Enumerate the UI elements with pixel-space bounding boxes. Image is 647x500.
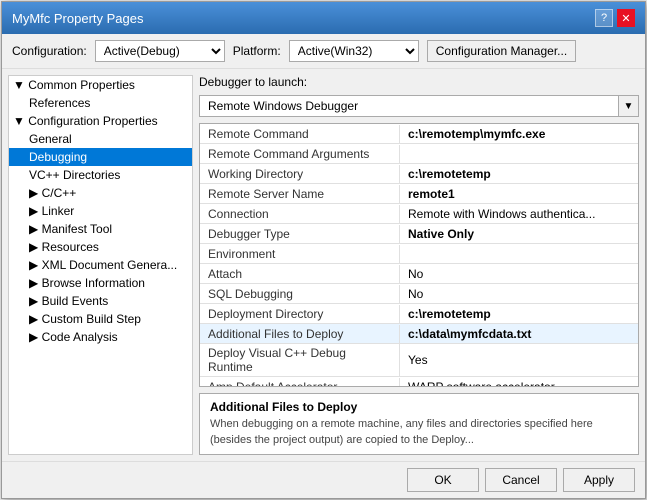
tree-resources[interactable]: ▶ Resources: [9, 238, 192, 256]
bottom-bar: OK Cancel Apply: [2, 461, 645, 498]
table-row[interactable]: Debugger Type Native Only: [200, 224, 638, 244]
prop-value-5: Native Only: [400, 225, 638, 243]
prop-value-6: [400, 252, 638, 256]
title-buttons: ? ✕: [595, 9, 635, 27]
tree-general[interactable]: General: [9, 130, 192, 148]
table-row[interactable]: Remote Command Arguments: [200, 144, 638, 164]
prop-value-0: c:\remotemp\mymfc.exe: [400, 125, 638, 143]
table-row[interactable]: Environment: [200, 244, 638, 264]
prop-value-11: Yes: [400, 351, 638, 369]
prop-name-6: Environment: [200, 245, 400, 263]
apply-button[interactable]: Apply: [563, 468, 635, 492]
prop-value-10: c:\data\mymfcdata.txt: [400, 325, 638, 343]
tree-panel: ▼ Common Properties References ▼ Configu…: [8, 75, 193, 455]
close-button[interactable]: ✕: [617, 9, 635, 27]
prop-name-10: Additional Files to Deploy: [200, 325, 400, 343]
prop-value-7: No: [400, 265, 638, 283]
debugger-select[interactable]: Remote Windows Debugger ▼: [199, 95, 639, 117]
prop-name-8: SQL Debugging: [200, 285, 400, 303]
prop-name-0: Remote Command: [200, 125, 400, 143]
table-row[interactable]: SQL Debugging No: [200, 284, 638, 304]
description-box: Additional Files to Deploy When debuggin…: [199, 393, 639, 455]
prop-name-5: Debugger Type: [200, 225, 400, 243]
table-row[interactable]: Remote Server Name remote1: [200, 184, 638, 204]
config-manager-button[interactable]: Configuration Manager...: [427, 40, 576, 62]
tree-xml-document[interactable]: ▶ XML Document Genera...: [9, 256, 192, 274]
debugger-row: Debugger to launch:: [199, 75, 639, 89]
table-row[interactable]: Additional Files to Deploy c:\data\mymfc…: [200, 324, 638, 344]
prop-name-9: Deployment Directory: [200, 305, 400, 323]
ok-button[interactable]: OK: [407, 468, 479, 492]
main-content: ▼ Common Properties References ▼ Configu…: [2, 69, 645, 461]
help-button[interactable]: ?: [595, 9, 613, 27]
prop-name-7: Attach: [200, 265, 400, 283]
tree-configuration-properties[interactable]: ▼ Configuration Properties: [9, 112, 192, 130]
table-row[interactable]: Remote Command c:\remotemp\mymfc.exe: [200, 124, 638, 144]
tree-debugging[interactable]: Debugging: [9, 148, 192, 166]
prop-value-12: WARP software accelerator: [400, 378, 638, 388]
toolbar: Configuration: Active(Debug) Platform: A…: [2, 34, 645, 69]
config-label: Configuration:: [12, 44, 87, 58]
debugger-value: Remote Windows Debugger: [200, 97, 618, 115]
table-row[interactable]: Deployment Directory c:\remotetemp: [200, 304, 638, 324]
tree-common-properties[interactable]: ▼ Common Properties: [9, 76, 192, 94]
dialog-title: MyMfc Property Pages: [12, 11, 144, 26]
table-row[interactable]: Amp Default Accelerator WARP software ac…: [200, 377, 638, 387]
tree-linker[interactable]: ▶ Linker: [9, 202, 192, 220]
tree-custom-build-step[interactable]: ▶ Custom Build Step: [9, 310, 192, 328]
prop-name-1: Remote Command Arguments: [200, 145, 400, 163]
cancel-button[interactable]: Cancel: [485, 468, 557, 492]
tree-browse-information[interactable]: ▶ Browse Information: [9, 274, 192, 292]
property-pages-dialog: MyMfc Property Pages ? ✕ Configuration: …: [1, 1, 646, 499]
prop-value-2: c:\remotetemp: [400, 165, 638, 183]
prop-name-12: Amp Default Accelerator: [200, 378, 400, 388]
properties-table: Remote Command c:\remotemp\mymfc.exe Rem…: [199, 123, 639, 387]
tree-manifest-tool[interactable]: ▶ Manifest Tool: [9, 220, 192, 238]
tree-vc-directories[interactable]: VC++ Directories: [9, 166, 192, 184]
platform-select[interactable]: Active(Win32): [289, 40, 419, 62]
prop-value-3: remote1: [400, 185, 638, 203]
tree-code-analysis[interactable]: ▶ Code Analysis: [9, 328, 192, 346]
tree-cpp[interactable]: ▶ C/C++: [9, 184, 192, 202]
prop-value-9: c:\remotetemp: [400, 305, 638, 323]
table-row[interactable]: Attach No: [200, 264, 638, 284]
table-row[interactable]: Deploy Visual C++ Debug Runtime Yes: [200, 344, 638, 377]
debugger-dropdown-arrow[interactable]: ▼: [618, 96, 638, 116]
prop-name-4: Connection: [200, 205, 400, 223]
prop-name-11: Deploy Visual C++ Debug Runtime: [200, 344, 400, 376]
table-row[interactable]: Connection Remote with Windows authentic…: [200, 204, 638, 224]
prop-name-3: Remote Server Name: [200, 185, 400, 203]
platform-label: Platform:: [233, 44, 281, 58]
description-title: Additional Files to Deploy: [210, 400, 628, 414]
right-panel: Debugger to launch: Remote Windows Debug…: [199, 75, 639, 455]
config-select[interactable]: Active(Debug): [95, 40, 225, 62]
debugger-label: Debugger to launch:: [199, 75, 307, 89]
prop-value-1: [400, 152, 638, 156]
tree-references[interactable]: References: [9, 94, 192, 112]
prop-name-2: Working Directory: [200, 165, 400, 183]
tree-build-events[interactable]: ▶ Build Events: [9, 292, 192, 310]
table-row[interactable]: Working Directory c:\remotetemp: [200, 164, 638, 184]
title-bar: MyMfc Property Pages ? ✕: [2, 2, 645, 34]
description-text: When debugging on a remote machine, any …: [210, 417, 628, 448]
prop-value-4: Remote with Windows authentica...: [400, 205, 638, 223]
prop-value-8: No: [400, 285, 638, 303]
